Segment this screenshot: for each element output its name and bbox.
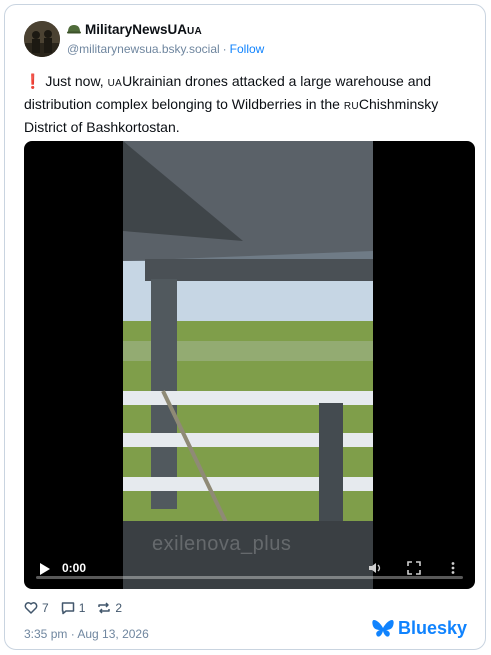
soldiers-avatar-icon: [24, 21, 60, 57]
author-handle-row: @militarynewsua.bsky.social · Follow: [67, 42, 264, 56]
repost-count: 2: [115, 601, 123, 615]
play-icon[interactable]: [38, 561, 52, 577]
repost-button[interactable]: 2: [97, 601, 122, 615]
author-display-name[interactable]: MilitaryNewsUAUA: [85, 22, 202, 37]
red-exclamation-icon: ❗: [24, 73, 42, 89]
more-options-icon[interactable]: [446, 561, 460, 575]
video-progress-bar[interactable]: [36, 576, 463, 579]
fullscreen-icon[interactable]: [407, 561, 421, 575]
butterfly-icon: [372, 619, 394, 637]
author-handle[interactable]: @militarynewsua.bsky.social: [67, 42, 220, 56]
reply-count: 1: [78, 601, 86, 615]
post-text: ❗ Just now, UAUkrainian drones attacked …: [24, 73, 439, 135]
separator-dot: ·: [222, 42, 227, 56]
flag-ua: UA: [107, 78, 123, 89]
flag-ru: RU: [343, 101, 359, 112]
reply-button[interactable]: 1: [61, 601, 86, 615]
bluesky-brand-name: Bluesky: [397, 618, 467, 638]
post-actions: 7 1 2: [24, 601, 122, 615]
author-name-row[interactable]: MilitaryNewsUAUA: [67, 22, 202, 37]
volume-icon[interactable]: [368, 561, 382, 575]
comment-icon: [61, 602, 74, 615]
heart-icon: [24, 602, 38, 614]
like-count: 7: [42, 601, 49, 615]
video-time: 0:00: [62, 561, 87, 575]
like-button[interactable]: 7: [24, 601, 49, 615]
video-watermark: exilenova_plus: [152, 533, 292, 555]
author-avatar[interactable]: [24, 21, 60, 57]
follow-button[interactable]: Follow: [230, 42, 265, 56]
video-player[interactable]: exilenova_plus 0:00: [24, 141, 475, 589]
helmet-icon: [67, 24, 81, 33]
repost-icon: [98, 602, 111, 614]
post-timestamp[interactable]: 3:35 pm · Aug 13, 2026: [24, 627, 149, 641]
embedded-post-card: MilitaryNewsUAUA @militarynewsua.bsky.so…: [4, 4, 486, 650]
bluesky-brand-link[interactable]: Bluesky: [372, 618, 467, 639]
video-frame: [123, 141, 373, 589]
video-controls: 0:00: [24, 555, 475, 589]
